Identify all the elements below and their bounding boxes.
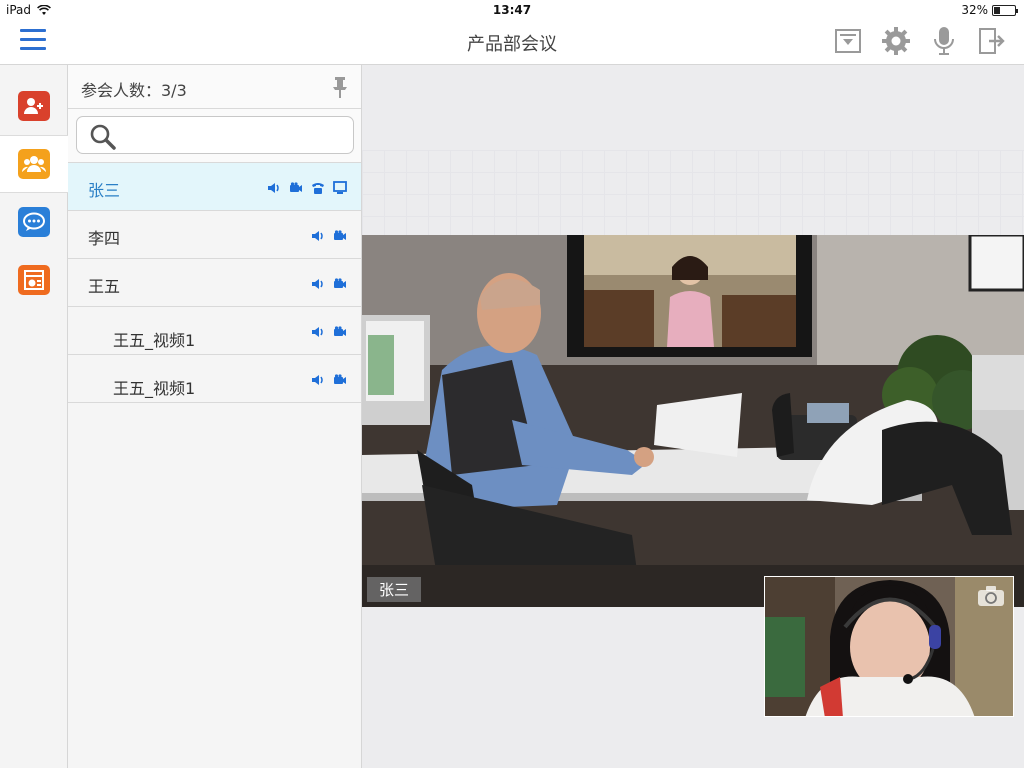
- rail-item-share[interactable]: [0, 251, 68, 309]
- main-speaker-label: 张三: [367, 577, 422, 602]
- participant-name: 王五: [88, 277, 121, 296]
- participant-row[interactable]: 张三: [68, 163, 361, 211]
- switch-camera-icon[interactable]: [977, 585, 1005, 607]
- speaker-icon[interactable]: [311, 372, 325, 391]
- main-video-frame: [362, 235, 1024, 607]
- speaker-icon[interactable]: [311, 228, 325, 247]
- participant-name: 李四: [88, 229, 121, 248]
- search-icon: [90, 124, 116, 150]
- layout-dropdown-icon[interactable]: [832, 25, 864, 57]
- video-camera-icon[interactable]: [289, 180, 303, 199]
- search-box: [76, 116, 354, 154]
- settings-gear-icon[interactable]: [880, 25, 912, 57]
- exit-meeting-icon[interactable]: [976, 25, 1008, 57]
- add-user-icon: [18, 91, 50, 121]
- main-video[interactable]: 张三: [362, 235, 1024, 607]
- rail-item-participants[interactable]: [0, 135, 68, 193]
- speaker-icon[interactable]: [311, 276, 325, 295]
- panel-header: 参会人数：3/3: [68, 65, 361, 109]
- speaker-icon[interactable]: [267, 180, 281, 199]
- participant-list: 张三李四王五王五_视频1 王五_视频1: [68, 163, 361, 403]
- battery-percent: 32%: [961, 3, 988, 17]
- chat-bubble-icon: [18, 207, 50, 237]
- group-icon: [18, 149, 50, 179]
- phone-icon[interactable]: [311, 180, 325, 199]
- search-input[interactable]: [121, 123, 341, 147]
- participant-count: 参会人数：3/3: [81, 81, 187, 100]
- participant-status-icons: [267, 180, 347, 199]
- background-pattern: [362, 150, 1024, 235]
- participant-status-icons: [311, 324, 347, 343]
- participant-row[interactable]: 李四: [68, 211, 361, 259]
- video-camera-icon[interactable]: [333, 324, 347, 343]
- self-view-video[interactable]: [764, 576, 1014, 717]
- participants-panel: 参会人数：3/3 张三李四王五王五_视频1 王五_视频1: [68, 65, 362, 768]
- screen-share-icon[interactable]: [333, 180, 347, 199]
- participant-row[interactable]: 王五_视频1: [68, 307, 361, 355]
- participant-row[interactable]: 王五_视频1: [68, 355, 361, 403]
- video-camera-icon[interactable]: [333, 276, 347, 295]
- participant-row[interactable]: 王五: [68, 259, 361, 307]
- battery-icon: [992, 4, 1018, 16]
- participant-status-icons: [311, 372, 347, 391]
- status-bar: iPad 13:47 32%: [0, 0, 1024, 20]
- participant-name: 王五_视频1: [113, 331, 196, 350]
- pin-icon[interactable]: [331, 76, 349, 98]
- rail-item-chat[interactable]: [0, 193, 68, 251]
- participant-status-icons: [311, 228, 347, 247]
- microphone-icon[interactable]: [928, 25, 960, 57]
- presentation-icon: [18, 265, 50, 295]
- search-bar: [68, 109, 361, 163]
- participant-name: 王五_视频1: [113, 379, 196, 398]
- nav-bar: 产品部会议: [0, 20, 1024, 65]
- video-camera-icon[interactable]: [333, 372, 347, 391]
- side-rail: [0, 65, 68, 768]
- participant-status-icons: [311, 276, 347, 295]
- rail-item-invite[interactable]: [0, 77, 68, 135]
- video-stage: 张三: [362, 65, 1024, 768]
- clock: 13:47: [492, 3, 532, 17]
- video-camera-icon[interactable]: [333, 228, 347, 247]
- participant-name: 张三: [88, 181, 121, 200]
- speaker-icon[interactable]: [311, 324, 325, 343]
